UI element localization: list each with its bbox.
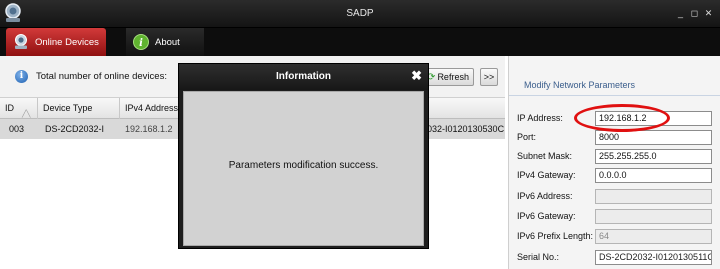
expand-button[interactable]: >> [480, 68, 498, 86]
ipv6-prefix-length-label: IPv6 Prefix Length: [517, 231, 594, 241]
ipv4-gateway-label: IPv4 Gateway: [517, 170, 576, 180]
info-icon: i [15, 70, 28, 83]
ip-address-highlight-annotation [574, 104, 670, 132]
dialog-body: Parameters modification success. [183, 91, 424, 246]
subnet-mask-label: Subnet Mask: [517, 151, 573, 161]
ip-address-label: IP Address: [517, 113, 563, 123]
dialog-close-icon[interactable]: ✖ [411, 69, 422, 83]
dialog-title: Information [276, 71, 331, 82]
about-icon: i [133, 34, 149, 50]
ipv6-gateway-field [595, 209, 712, 224]
dialog-titlebar: Information ✖ [179, 64, 428, 90]
serial-no-label: Serial No.: [517, 252, 560, 262]
port-label: Port: [517, 132, 537, 142]
cell-id: 003 [9, 124, 25, 134]
refresh-label: Refresh [437, 72, 469, 82]
modify-network-panel: Modify Network Parameters IP Address: 19… [508, 56, 720, 269]
tab-online-devices-label: Online Devices [35, 36, 99, 48]
ipv6-address-field [595, 189, 712, 204]
maximize-button[interactable]: ◻ [690, 9, 699, 18]
information-dialog: Information ✖ Parameters modification su… [178, 63, 429, 249]
minimize-button[interactable]: _ [676, 9, 685, 18]
port-field[interactable]: 8000 [595, 130, 712, 145]
ipv6-gateway-label: IPv6 Gateway: [517, 211, 576, 221]
subnet-mask-field[interactable]: 255.255.255.0 [595, 149, 712, 164]
ipv6-prefix-length-field: 64 [595, 229, 712, 244]
cell-serial: 032-I0120130530C [427, 124, 505, 134]
dialog-message: Parameters modification success. [228, 160, 379, 171]
column-header-device-type[interactable]: Device Type [38, 98, 120, 119]
column-header-ipv4[interactable]: IPv4 Address [120, 98, 180, 119]
window-titlebar: SADP _ ◻ ✕ [0, 0, 720, 28]
tab-bar: Online Devices i About [0, 28, 720, 56]
ipv6-address-label: IPv6 Address: [517, 191, 573, 201]
ipv4-gateway-field[interactable]: 0.0.0.0 [595, 168, 712, 183]
panel-divider [509, 95, 720, 96]
serial-no-field[interactable]: DS-2CD2032-I0120130511C [595, 250, 712, 265]
total-devices-label: Total number of online devices: [36, 71, 167, 82]
tab-online-devices[interactable]: Online Devices [6, 28, 106, 56]
refresh-button[interactable]: ⟳ Refresh [422, 68, 474, 86]
window-title: SADP [346, 8, 374, 19]
tab-about[interactable]: i About [126, 28, 204, 56]
column-header-id[interactable]: ID ╱╲ [0, 98, 38, 119]
column-header-id-label: ID [5, 103, 14, 113]
close-window-button[interactable]: ✕ [704, 9, 713, 18]
cell-ipv4: 192.168.1.2 [125, 124, 173, 134]
panel-title: Modify Network Parameters [524, 80, 636, 90]
cell-device-type: DS-2CD2032-I [45, 124, 105, 134]
tab-about-label: About [155, 36, 180, 48]
devices-icon [15, 34, 27, 49]
svg-text:i: i [139, 38, 143, 49]
